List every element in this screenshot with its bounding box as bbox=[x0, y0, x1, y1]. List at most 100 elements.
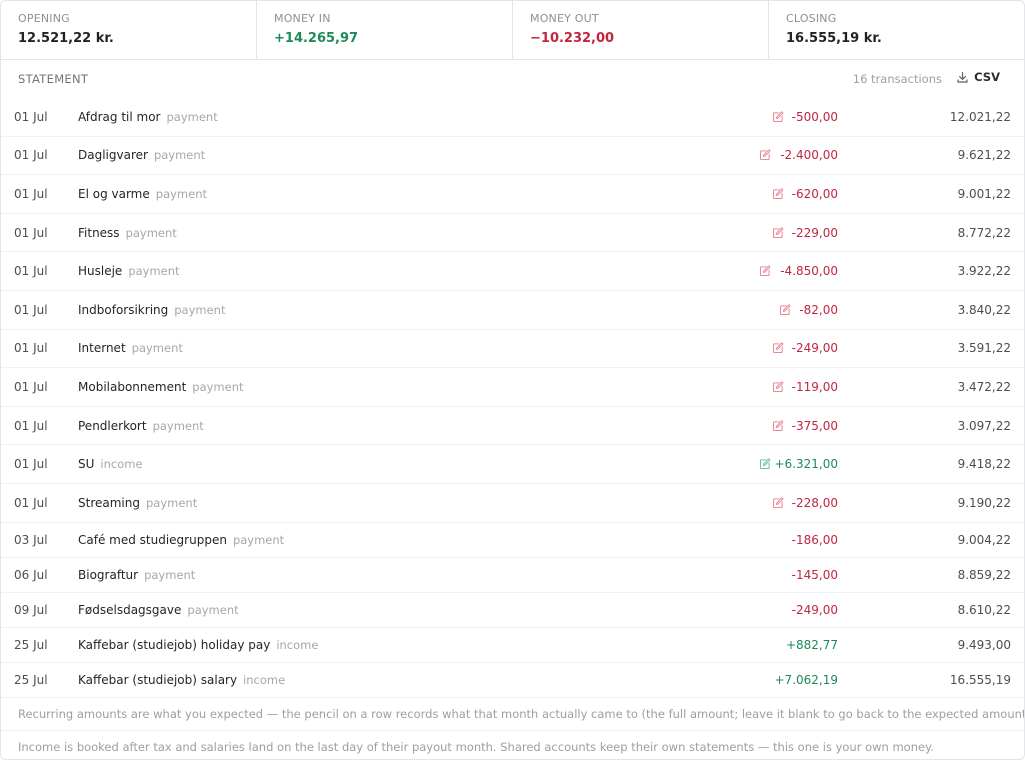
running-balance: 9.004,22 bbox=[957, 532, 1011, 547]
summary-money-in: MONEY IN +14.265,97 bbox=[257, 1, 513, 59]
transaction-name: Dagligvarer bbox=[78, 148, 148, 163]
summary-closing-value: 16.555,19 kr. bbox=[786, 31, 882, 46]
edit-amount-button[interactable] bbox=[772, 330, 784, 368]
summary-opening-value: 12.521,22 kr. bbox=[18, 31, 114, 46]
transaction-name: Fitness bbox=[78, 225, 120, 240]
running-balance: 9.493,00 bbox=[957, 637, 1011, 652]
transaction-name: Kaffebar (studiejob) salary bbox=[78, 672, 238, 687]
pencil-icon bbox=[773, 381, 784, 392]
pencil-icon bbox=[773, 420, 784, 431]
transaction-description: Kaffebar (studiejob) salary income bbox=[78, 663, 285, 697]
transaction-list: 01 Jul Afdrag til mor payment -500,00 12.021… bbox=[1, 98, 1024, 698]
transaction-description: Streaming payment bbox=[78, 484, 197, 522]
transaction-row: 01 Jul Afdrag til mor payment -500,00 12.021… bbox=[1, 98, 1024, 137]
transaction-amount: -186,00 bbox=[791, 532, 838, 547]
transaction-kind: payment bbox=[192, 379, 244, 394]
summary-money-in-label: MONEY IN bbox=[274, 12, 331, 25]
transaction-row: 01 Jul Pendlerkort payment -375,00 3.097,22 bbox=[1, 407, 1024, 446]
pencil-icon bbox=[780, 304, 791, 315]
transaction-row: 06 Jul Biograftur payment -145,00 8.859,22 bbox=[1, 558, 1024, 593]
transaction-name: Pendlerkort bbox=[78, 418, 147, 433]
transaction-description: Dagligvarer payment bbox=[78, 137, 205, 175]
transaction-kind: payment bbox=[153, 148, 206, 163]
transaction-amount: -4.850,00 bbox=[780, 264, 838, 279]
edit-amount-button[interactable] bbox=[772, 484, 784, 522]
transaction-row: 25 Jul Kaffebar (studiejob) holiday pay in… bbox=[1, 628, 1024, 663]
running-balance: 8.772,22 bbox=[957, 225, 1011, 240]
transaction-amount: -620,00 bbox=[791, 186, 838, 201]
note-income: Income is booked after tax and salaries … bbox=[18, 740, 934, 755]
transaction-date: 01 Jul bbox=[14, 341, 48, 356]
transaction-kind: payment bbox=[145, 495, 198, 510]
transaction-kind: income bbox=[243, 672, 286, 687]
edit-amount-button[interactable] bbox=[779, 291, 791, 329]
transaction-description: Mobilabonnement payment bbox=[78, 368, 244, 406]
transaction-date: 25 Jul bbox=[14, 637, 48, 652]
edit-amount-button[interactable] bbox=[759, 137, 771, 175]
edit-amount-button[interactable] bbox=[772, 175, 784, 213]
csv-download-button[interactable]: CSV bbox=[956, 70, 1000, 84]
running-balance: 16.555,19 bbox=[949, 672, 1011, 687]
transaction-date: 25 Jul bbox=[14, 672, 48, 687]
running-balance: 8.859,22 bbox=[957, 567, 1011, 582]
transaction-row: 01 Jul Dagligvarer payment -2.400,00 9.621,2… bbox=[1, 137, 1024, 176]
pencil-icon bbox=[773, 342, 784, 354]
pencil-icon bbox=[773, 111, 784, 122]
transaction-row: 01 Jul Mobilabonnement payment -119,00 3.472… bbox=[1, 368, 1024, 407]
transaction-amount: +882,77 bbox=[785, 637, 838, 652]
transaction-description: Biograftur payment bbox=[78, 558, 195, 592]
transaction-description: Fitness payment bbox=[78, 214, 177, 252]
pencil-icon bbox=[759, 458, 771, 470]
transaction-kind: income bbox=[276, 637, 319, 652]
statement-title: STATEMENT bbox=[18, 72, 89, 86]
edit-amount-button[interactable] bbox=[759, 252, 771, 290]
transaction-amount: -119,00 bbox=[791, 379, 838, 394]
edit-amount-button[interactable] bbox=[772, 368, 784, 406]
transaction-row: 01 Jul SU income +6.321,00 9.418,22 bbox=[1, 445, 1024, 484]
transaction-date: 01 Jul bbox=[14, 457, 48, 472]
pencil-icon bbox=[773, 497, 784, 508]
transaction-description: Indboforsikring payment bbox=[78, 291, 225, 329]
transaction-date: 01 Jul bbox=[14, 418, 48, 433]
transaction-kind: payment bbox=[155, 186, 207, 201]
summary-opening-label: OPENING bbox=[18, 12, 70, 25]
transaction-row: 01 Jul El og varme payment -620,00 9.001,22 bbox=[1, 175, 1024, 214]
transaction-description: Café med studiegruppen payment bbox=[78, 523, 284, 557]
edit-amount-button[interactable] bbox=[759, 445, 771, 483]
transaction-name: SU bbox=[78, 457, 95, 472]
transaction-amount: -2.400,00 bbox=[780, 148, 838, 163]
running-balance: 9.621,22 bbox=[957, 148, 1011, 163]
transaction-kind: payment bbox=[144, 567, 196, 582]
transaction-name: Mobilabonnement bbox=[78, 379, 187, 394]
transaction-description: Husleje payment bbox=[78, 252, 180, 290]
edit-amount-button[interactable] bbox=[772, 98, 784, 136]
transaction-description: Pendlerkort payment bbox=[78, 407, 204, 445]
edit-amount-button[interactable] bbox=[772, 214, 784, 252]
transaction-name: Café med studiegruppen bbox=[78, 532, 227, 547]
transaction-row: 25 Jul Kaffebar (studiejob) salary income +… bbox=[1, 663, 1024, 698]
transaction-row: 01 Jul Streaming payment -228,00 9.190,22 bbox=[1, 484, 1024, 523]
summary-closing: CLOSING 16.555,19 kr. bbox=[769, 1, 1024, 59]
transaction-name: Afdrag til mor bbox=[78, 109, 161, 124]
running-balance: 9.190,22 bbox=[957, 495, 1011, 510]
pencil-icon bbox=[773, 188, 784, 200]
note-recurring: Recurring amounts are what you expected … bbox=[1, 698, 1024, 731]
transaction-kind: payment bbox=[125, 225, 177, 240]
summary-money-out-value: −10.232,00 bbox=[530, 31, 615, 46]
transaction-description: Afdrag til mor payment bbox=[78, 98, 218, 136]
summary-money-out-label: MONEY OUT bbox=[530, 12, 599, 25]
running-balance: 9.418,22 bbox=[957, 457, 1011, 472]
summary-money-in-value: +14.265,97 bbox=[274, 31, 359, 46]
transaction-kind: payment bbox=[152, 418, 204, 433]
transaction-row: 03 Jul Café med studiegruppen payment -186,… bbox=[1, 523, 1024, 558]
pencil-icon bbox=[759, 265, 771, 277]
transaction-date: 09 Jul bbox=[14, 602, 48, 617]
statement-header: STATEMENT 16 transactions CSV bbox=[1, 60, 1024, 98]
transaction-date: 01 Jul bbox=[14, 379, 48, 394]
transaction-date: 01 Jul bbox=[14, 225, 48, 240]
transaction-kind: income bbox=[100, 457, 143, 472]
transaction-count: 16 transactions bbox=[852, 72, 942, 86]
transaction-date: 01 Jul bbox=[14, 495, 48, 510]
edit-amount-button[interactable] bbox=[772, 407, 784, 445]
transaction-amount: -229,00 bbox=[791, 225, 838, 240]
